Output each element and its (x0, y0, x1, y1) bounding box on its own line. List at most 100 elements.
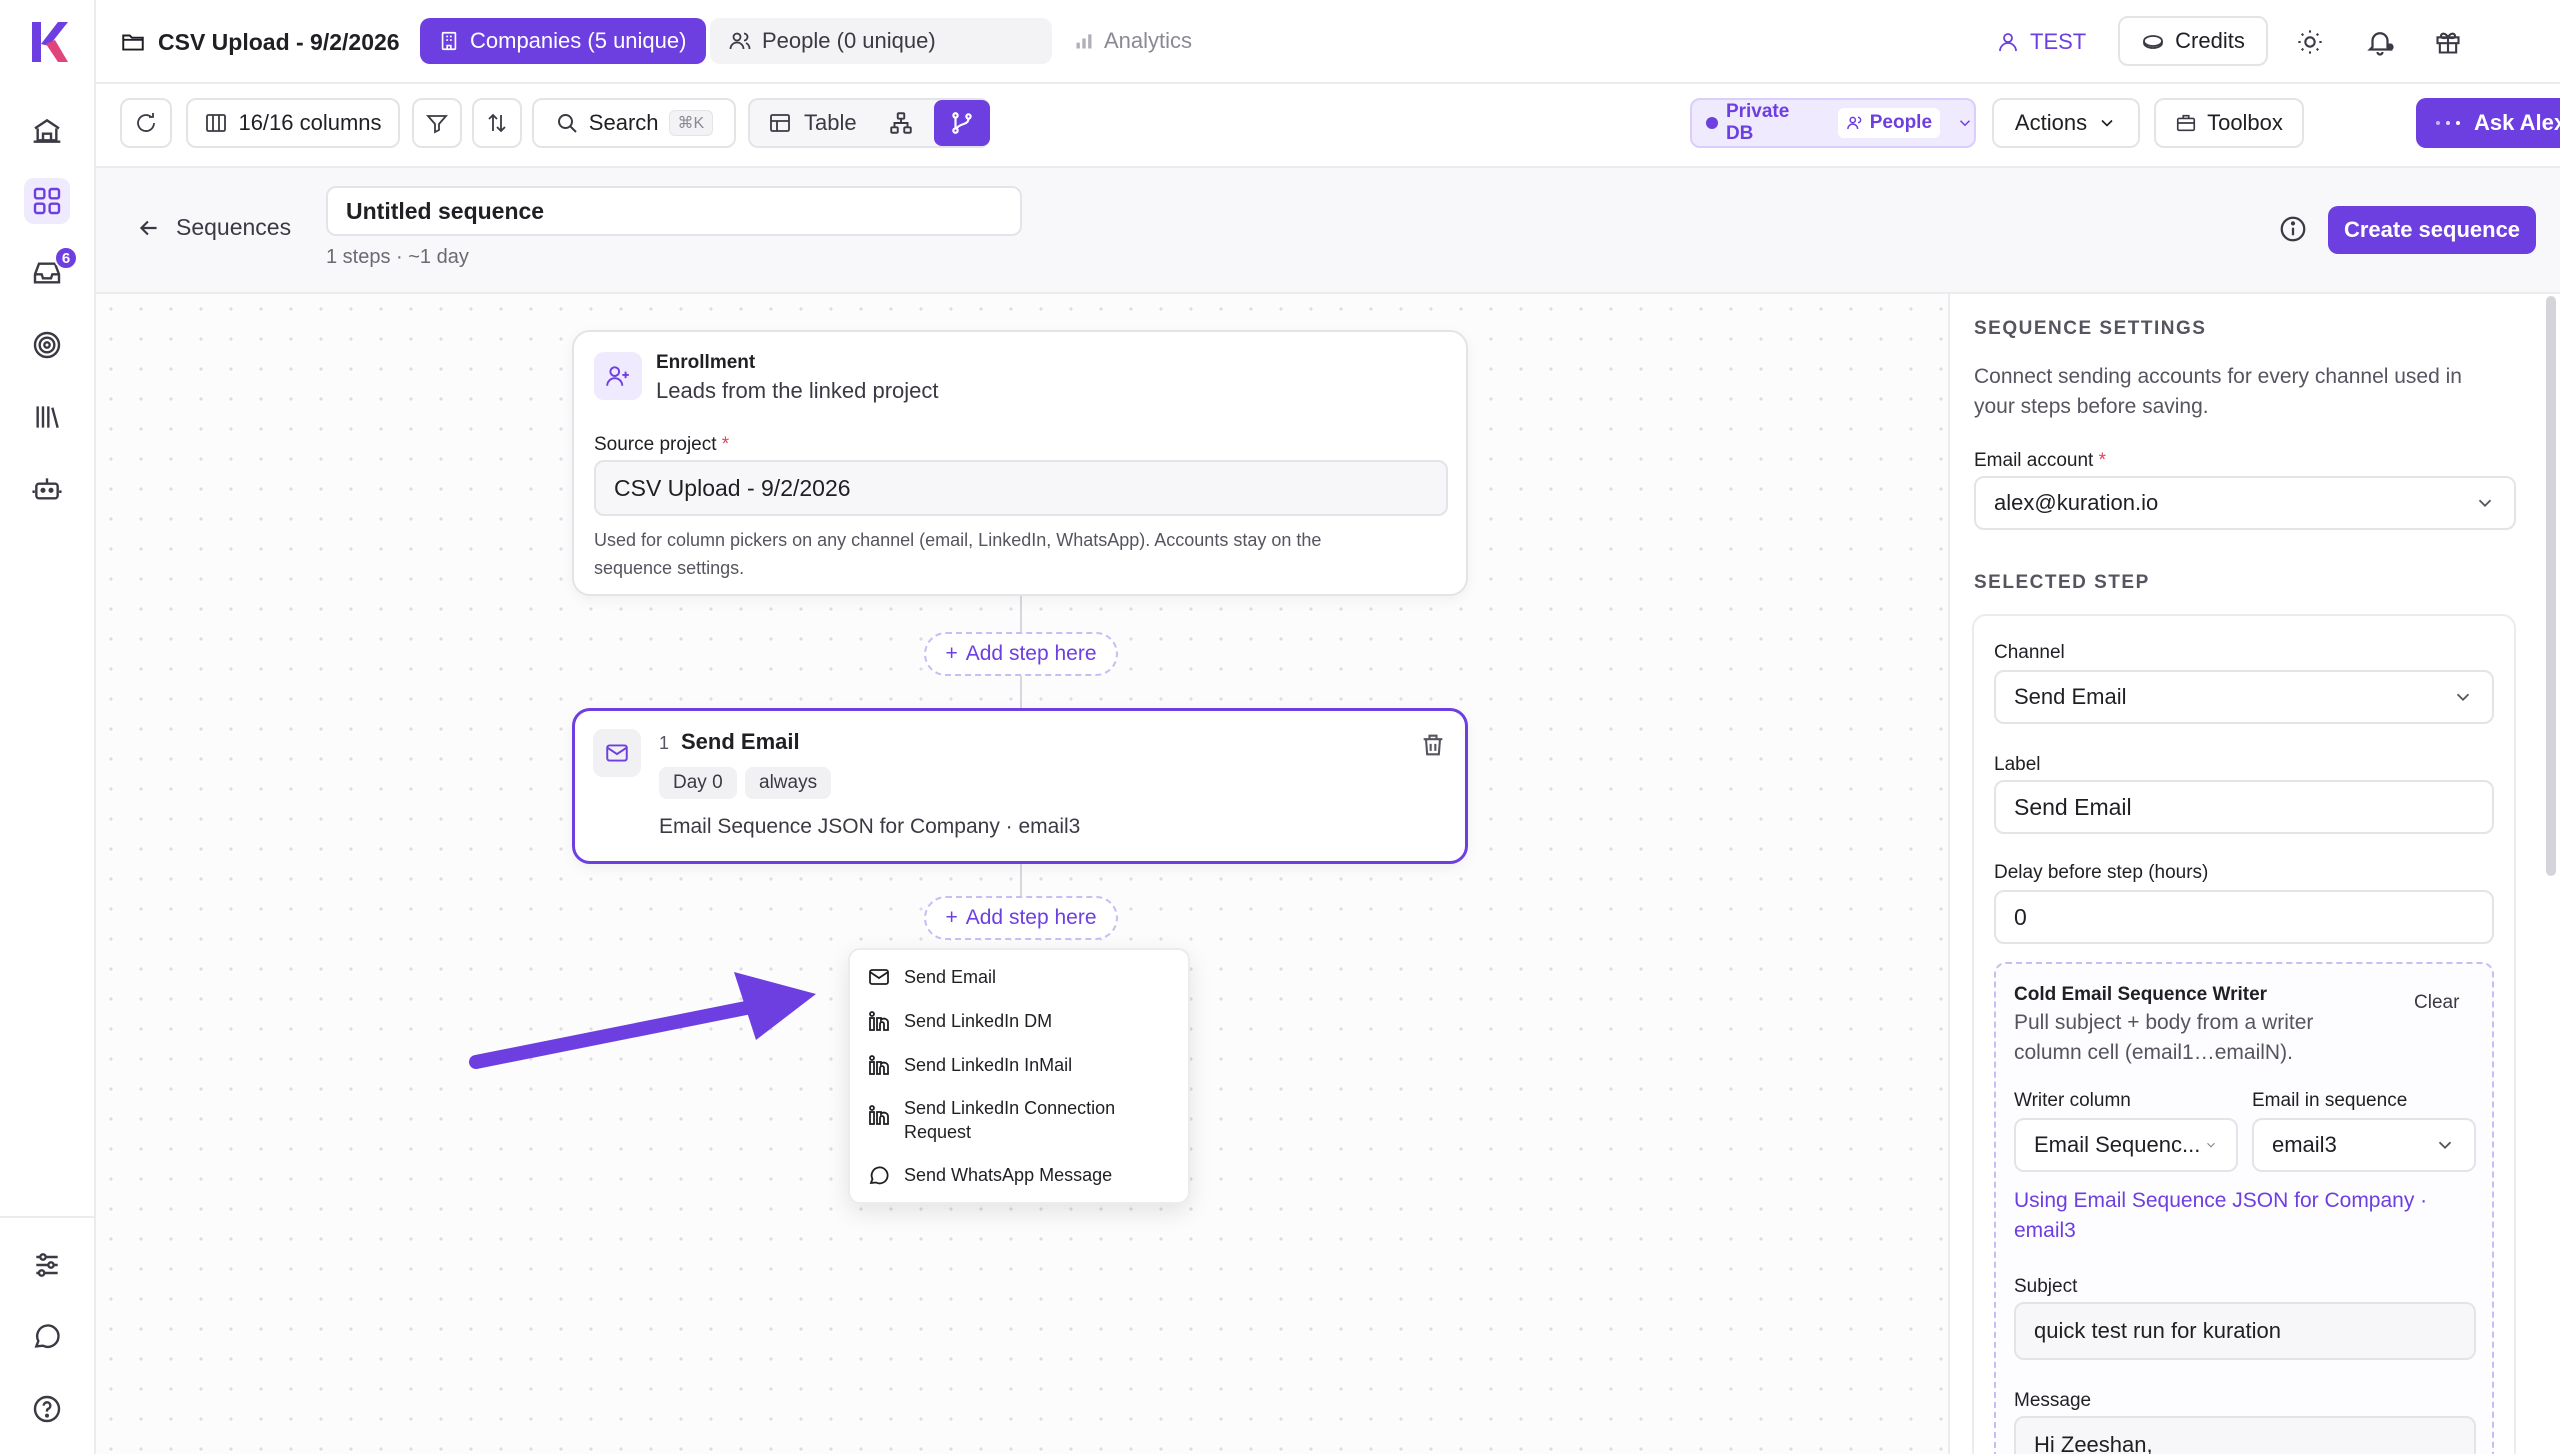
settings-desc-line2: your steps before saving. (1974, 395, 2209, 418)
menu-item-label-line2: Request (904, 1122, 972, 1142)
email-in-sequence-label: Email in sequence (2252, 1090, 2408, 1111)
columns-icon (206, 114, 227, 132)
source-project-field[interactable]: CSV Upload - 9/2/2026 (594, 460, 1448, 516)
chat-icon[interactable] (24, 1314, 70, 1360)
user-plus-icon (594, 352, 642, 400)
project-title-text: CSV Upload - 9/2/2026 (158, 28, 400, 55)
writer-using-text: Using Email Sequence JSON for Company · … (2014, 1186, 2427, 1246)
email-in-sequence-select[interactable]: email3 (2252, 1118, 2476, 1172)
sequence-view-button[interactable] (934, 100, 990, 146)
channel-label: Channel (1994, 642, 2065, 663)
back-to-sequences[interactable]: Sequences (136, 214, 291, 241)
coin-icon (2143, 35, 2164, 49)
tab-analytics-label: Analytics (1104, 28, 1193, 53)
label-value: Send Email (2014, 793, 2132, 820)
tab-people[interactable]: People (0 unique) (710, 18, 1052, 64)
user-icon (1999, 33, 2017, 52)
email-account-select[interactable]: alex@kuration.io (1974, 476, 2516, 530)
writer-desc-line2: column cell (email1…emailN). (2014, 1041, 2293, 1064)
enrollment-help-line2: sequence settings. (594, 558, 745, 578)
info-icon[interactable] (2278, 214, 2308, 244)
branch-icon (952, 112, 972, 134)
actions-button[interactable]: Actions (1992, 98, 2140, 148)
target-icon[interactable] (24, 322, 70, 368)
folder-icon (122, 34, 144, 51)
create-sequence-button[interactable]: Create sequence (2328, 206, 2536, 254)
hierarchy-view-button[interactable] (886, 108, 916, 138)
sun-icon[interactable] (2292, 24, 2328, 60)
menu-item-label: Send LinkedIn DM (904, 1010, 1053, 1031)
dots-icon (2436, 121, 2460, 125)
chevron-down-icon (2101, 119, 2113, 127)
subject-input[interactable]: quick test run for kuration (2014, 1302, 2476, 1360)
sequence-header: Sequences Untitled sequence 1 steps · ~1… (96, 168, 2560, 294)
step-title: Send Email (681, 729, 800, 754)
bot-icon[interactable] (24, 466, 70, 512)
step-card-send-email[interactable]: 1 Send Email Day 0 always Email Sequence… (572, 708, 1468, 864)
chevron-down-icon (1960, 120, 1971, 127)
search-button[interactable]: Search ⌘K (532, 98, 736, 148)
sequence-name-value: Untitled sequence (346, 197, 545, 224)
table-view-button[interactable]: Table (768, 100, 857, 146)
sequence-canvas[interactable]: Enrollment Leads from the linked project… (96, 294, 1948, 1454)
sort-button[interactable] (472, 98, 522, 148)
menu-item-send-email[interactable]: Send Email (866, 964, 996, 990)
writer-column-label: Writer column (2014, 1090, 2131, 1111)
required-mark: * (2098, 450, 2107, 471)
home-icon[interactable] (24, 108, 70, 154)
chevron-down-icon (2478, 499, 2492, 508)
email-account-label-text: Email account (1974, 450, 2094, 471)
menu-item-linkedin-inmail[interactable]: Send LinkedIn InMail (866, 1052, 1072, 1078)
view-switcher: Table (748, 98, 990, 148)
database-selector[interactable]: Private DB People (1690, 98, 1976, 148)
db-people-label: People (1869, 112, 1933, 133)
sequence-name-input[interactable]: Untitled sequence (326, 186, 1022, 236)
delay-input[interactable]: 0 (1994, 890, 2494, 944)
panel-scrollbar[interactable] (2546, 296, 2556, 876)
source-project-value: CSV Upload - 9/2/2026 (614, 474, 851, 501)
kuration-logo[interactable] (28, 20, 68, 64)
menu-item-label: Send LinkedIn InMail (904, 1054, 1073, 1075)
back-label: Sequences (176, 214, 292, 240)
clear-button[interactable]: Clear (2414, 992, 2459, 1014)
grid-icon[interactable] (24, 178, 70, 224)
tab-analytics[interactable]: Analytics (1056, 18, 1216, 64)
tab-companies[interactable]: Companies (5 unique) (420, 18, 706, 64)
enrollment-title: Enrollment (656, 352, 756, 373)
arrow-left-icon (139, 220, 157, 235)
toolbar: 16/16 columns Search ⌘K Table Private DB… (96, 84, 2560, 168)
chat-bubble-icon (866, 1162, 892, 1188)
ask-alex-button[interactable]: Ask Alex AI (2416, 98, 2560, 148)
menu-item-label: Send LinkedIn Connection Request (904, 1096, 1115, 1144)
refresh-button[interactable] (120, 98, 172, 148)
filter-button[interactable] (412, 98, 462, 148)
selected-step-title: SELECTED STEP (1974, 572, 2150, 593)
enrollment-card[interactable]: Enrollment Leads from the linked project… (572, 330, 1468, 596)
writer-column-select[interactable]: Email Sequenc... (2014, 1118, 2238, 1172)
channel-select[interactable]: Send Email (1994, 670, 2494, 724)
label-input[interactable]: Send Email (1994, 780, 2494, 834)
writer-column-value: Email Sequenc... (2034, 1132, 2201, 1157)
columns-button[interactable]: 16/16 columns (186, 98, 400, 148)
library-icon[interactable] (24, 394, 70, 440)
plus-icon: + (945, 642, 958, 665)
gift-icon[interactable] (2430, 24, 2466, 60)
menu-item-linkedin-connection[interactable]: Send LinkedIn Connection Request (866, 1096, 1115, 1144)
credits-button[interactable]: Credits (2118, 16, 2268, 66)
help-icon[interactable] (24, 1386, 70, 1432)
message-input[interactable]: Hi Zeeshan, (2014, 1416, 2476, 1454)
toolbox-button[interactable]: Toolbox (2154, 98, 2304, 148)
sliders-icon[interactable] (24, 1242, 70, 1288)
env-switcher[interactable]: TEST (1996, 24, 2086, 60)
menu-item-linkedin-dm[interactable]: Send LinkedIn DM (866, 1008, 1052, 1034)
add-step-button[interactable]: + Add step here (924, 632, 1118, 676)
delay-label: Delay before step (hours) (1994, 862, 2209, 883)
menu-item-whatsapp[interactable]: Send WhatsApp Message (866, 1162, 1112, 1188)
project-title[interactable]: CSV Upload - 9/2/2026 (120, 22, 400, 62)
trash-icon[interactable] (1419, 731, 1447, 759)
bell-icon[interactable] (2362, 24, 2398, 60)
table-view-label: Table (804, 110, 857, 135)
add-step-button[interactable]: + Add step here (924, 896, 1118, 940)
db-people-chip: People (1837, 108, 1941, 138)
condition-chip: always (745, 767, 832, 799)
